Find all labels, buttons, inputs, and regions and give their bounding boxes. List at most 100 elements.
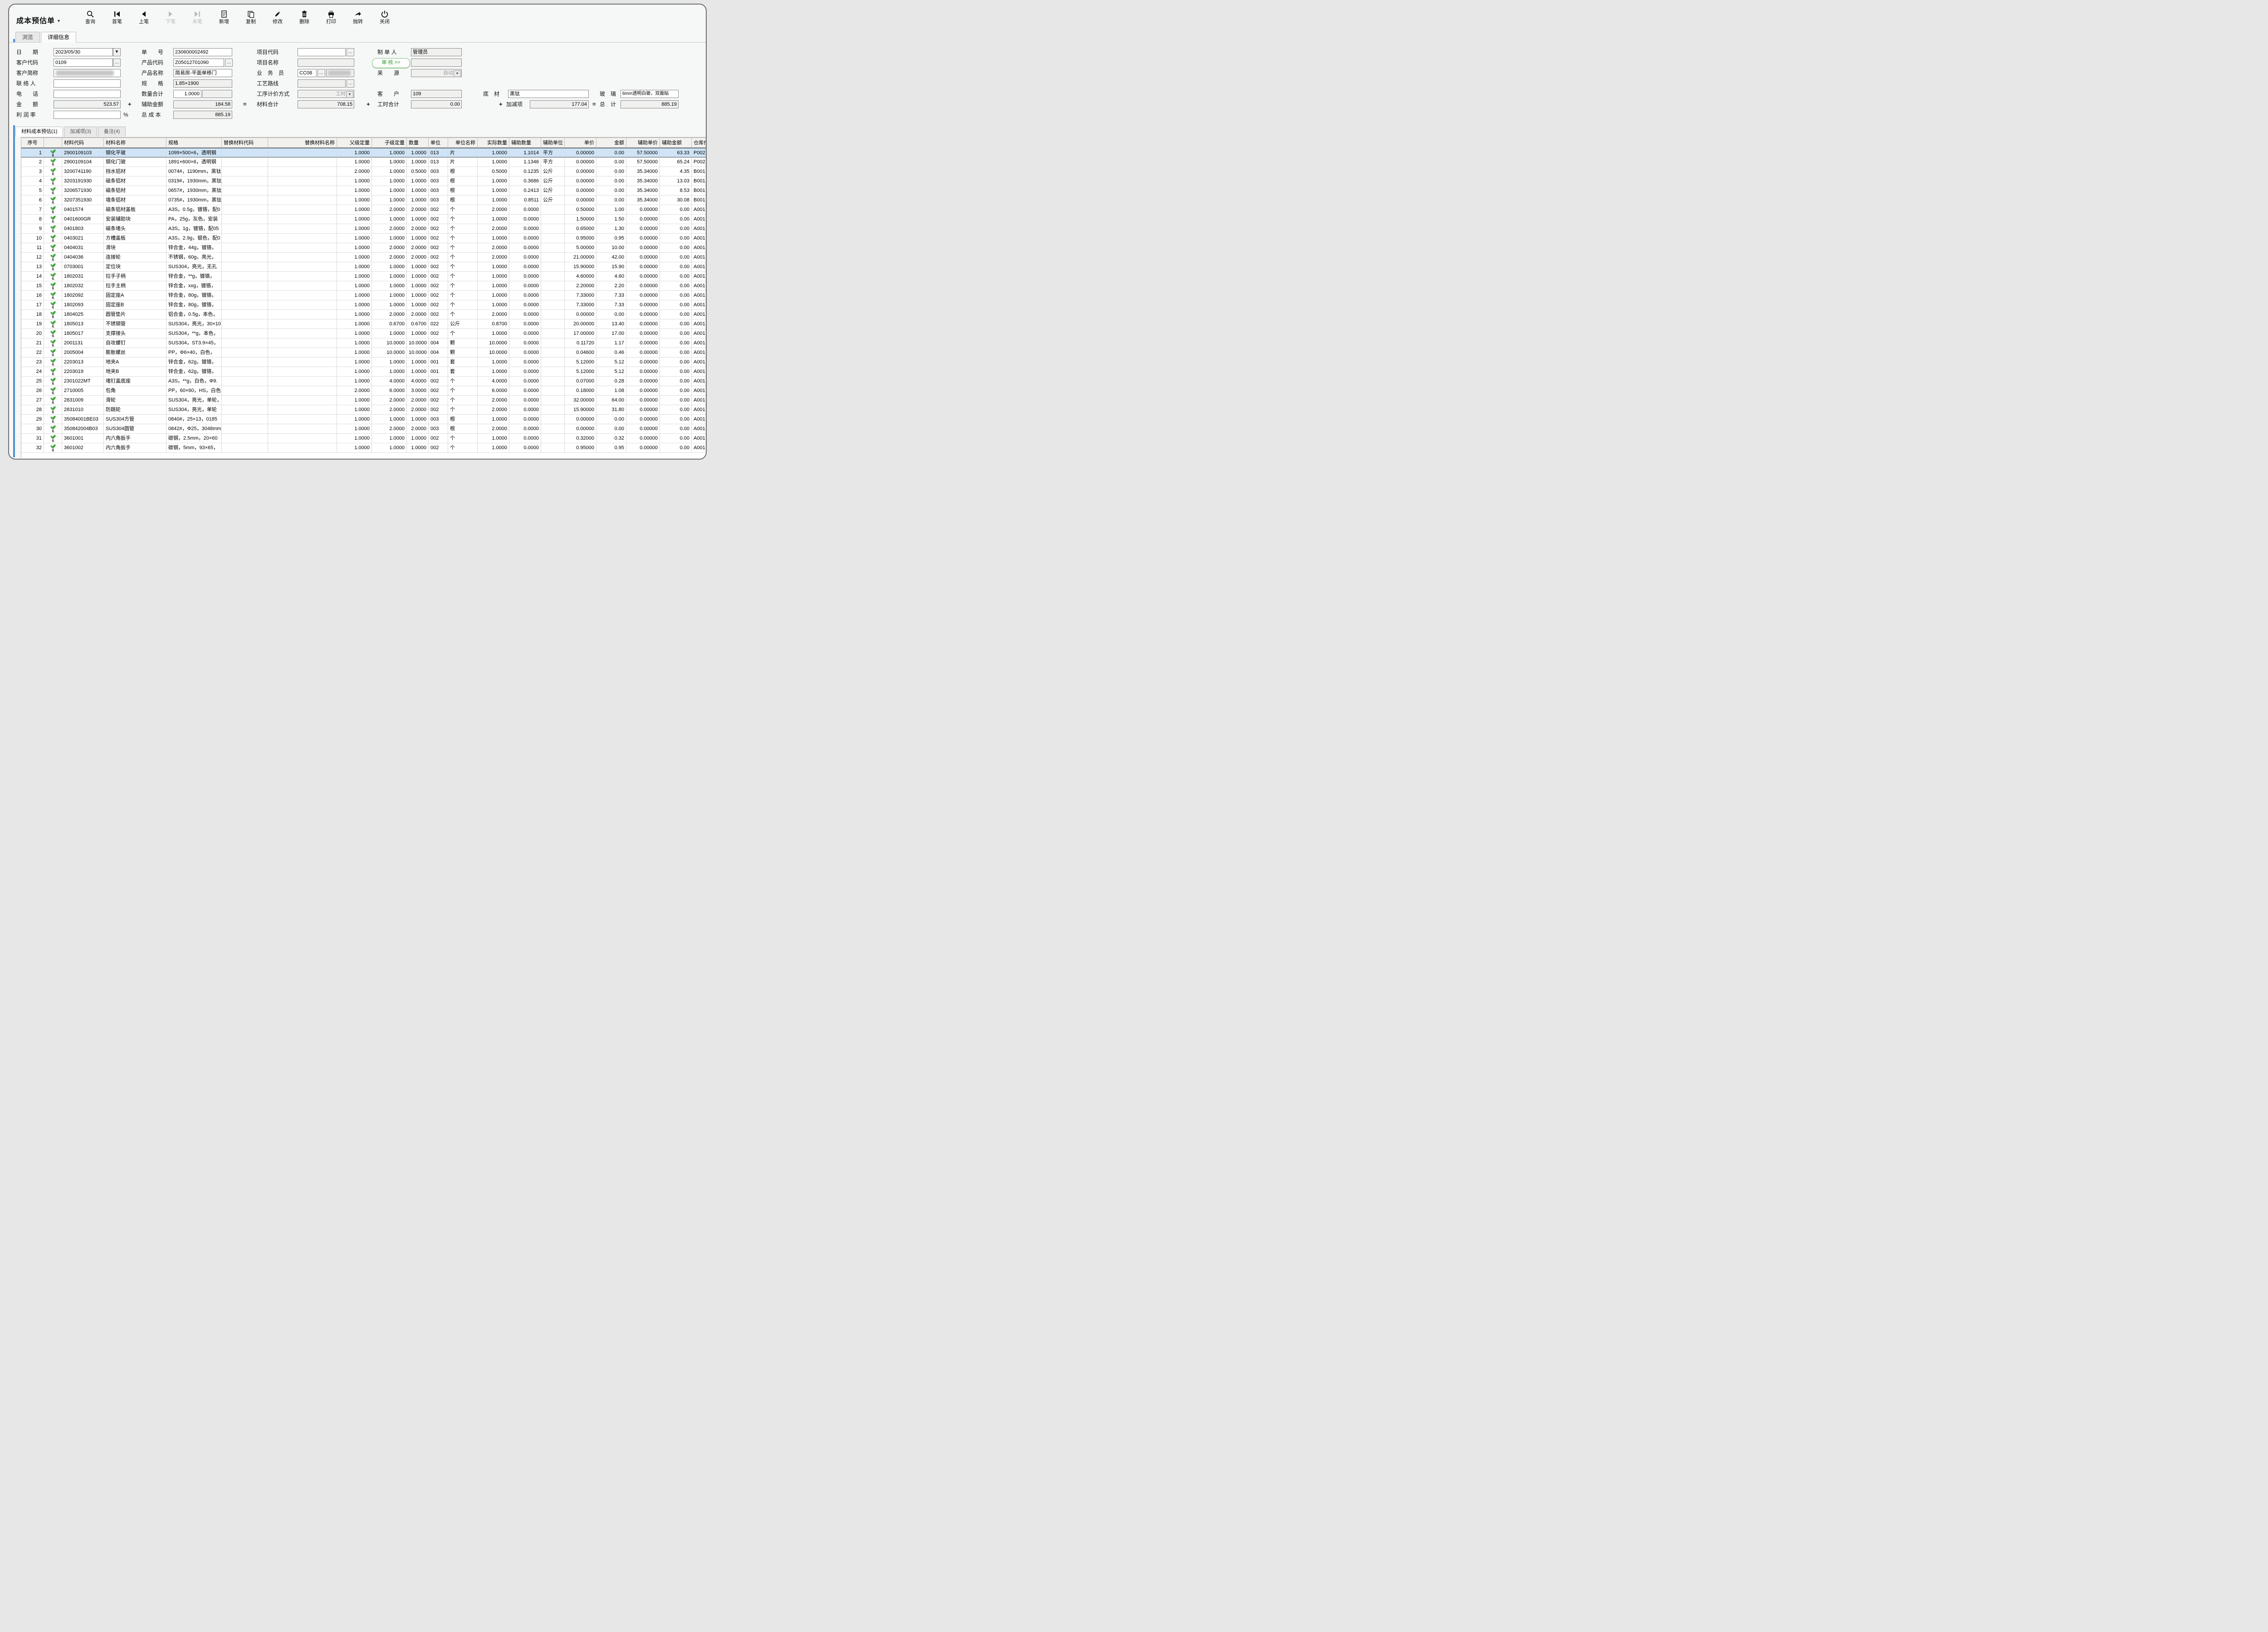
table-row[interactable]: 9 0401803 磁条堵头 A3S，1g，镀铬，配05 1.0000 2.00… xyxy=(21,224,707,234)
source-combo[interactable]: 自动▼ xyxy=(411,69,462,77)
product-name-field[interactable]: 简易房-平面单移门 xyxy=(173,69,232,77)
profit-rate-field[interactable] xyxy=(54,111,121,119)
table-row[interactable]: 20 1805017 支撑接头 SUS304，**g，本色， 1.0000 1.… xyxy=(21,329,707,338)
table-row[interactable]: 25 2301022MT 堵钉盖底座 A3S，**g，白色，Φ9. 1.0000… xyxy=(21,377,707,386)
date-dropdown-icon[interactable]: ▼ xyxy=(113,48,121,56)
column-header[interactable]: 替换材料代码 xyxy=(222,138,268,148)
table-row[interactable]: 22 2005004 膨胀螺丝 PP，Φ6×40，白色， 1.0000 10.0… xyxy=(21,348,707,358)
table-row[interactable]: 2 2900109104 钢化门玻 1891×600×6，透明钢 1.0000 … xyxy=(21,157,707,167)
table-row[interactable]: 3 3200741190 挡水铝材 0074#，1190mm，黑钛 2.0000… xyxy=(21,167,707,176)
column-header[interactable]: 材料名称 xyxy=(104,138,166,148)
table-row[interactable]: 32 3601002 内六角扳手 碳钢，5mm，93×65， 1.0000 1.… xyxy=(21,443,707,453)
new-button[interactable]: 新增 xyxy=(214,10,235,32)
column-header[interactable]: 仓库代 xyxy=(692,138,707,148)
column-header[interactable]: 辅助单价 xyxy=(626,138,660,148)
title-dropdown-icon[interactable]: ▼ xyxy=(57,19,61,23)
customer-code-field[interactable]: 0109 xyxy=(54,59,113,67)
product-code-browse-icon[interactable]: … xyxy=(225,59,233,67)
first-record-button[interactable]: 首笔 xyxy=(107,10,127,32)
tab-adjustments[interactable]: 加减项(3) xyxy=(64,127,97,137)
cell-aux-qty: 0.0000 xyxy=(509,358,541,367)
print-button[interactable]: 打印 xyxy=(321,10,342,32)
table-row[interactable]: 30 350842004B03 SUS304圆管 0842#，Φ25，3048m… xyxy=(21,424,707,434)
column-header[interactable]: 数量 xyxy=(407,138,429,148)
table-row[interactable]: 31 3601001 内六角扳手 碳钢，2.5mm，20×60 1.0000 1… xyxy=(21,434,707,443)
table-row[interactable]: 6 3207351930 墙条铝材 0735#，1930mm，黑钛 1.0000… xyxy=(21,196,707,205)
edit-button[interactable]: 修改 xyxy=(267,10,288,32)
table-row[interactable]: 4 3203191930 磁条铝材 0319#，1930mm，黑钛 1.0000… xyxy=(21,176,707,186)
column-header[interactable]: 单位名称 xyxy=(448,138,478,148)
audit-button[interactable]: 审 核 >> xyxy=(372,58,410,68)
column-header[interactable]: 辅助数量 xyxy=(509,138,541,148)
table-row[interactable]: 14 1802031 拉手子柄 锌合金，**g，镀铬， 1.0000 1.000… xyxy=(21,272,707,281)
customer-code-browse-icon[interactable]: … xyxy=(113,59,121,67)
table-row[interactable]: 29 35084001BE03 SUS304方管 0840#，25×13，018… xyxy=(21,415,707,424)
tab-detail[interactable]: 详细信息 xyxy=(41,32,76,43)
delete-button[interactable]: 删除 xyxy=(294,10,315,32)
salesman-browse-icon[interactable]: … xyxy=(318,69,325,77)
cell-amount: 31.80 xyxy=(596,405,626,415)
product-code-field[interactable]: Z05012701090 xyxy=(173,59,224,67)
tab-material-cost[interactable]: 材料成本预估(1) xyxy=(15,127,63,137)
table-row[interactable]: 5 3206571930 磁条铝材 0657#，1930mm，黑钛 1.0000… xyxy=(21,186,707,196)
material-sprout-icon xyxy=(50,282,56,290)
column-header[interactable]: 子级定量 xyxy=(372,138,407,148)
date-field[interactable]: 2023/05/30 xyxy=(54,48,113,56)
customer-short-field[interactable] xyxy=(54,69,121,77)
order-no-field[interactable]: 230600002492 xyxy=(173,48,232,56)
table-row[interactable]: 13 0703001 定位块 SUS304，亮光，无孔 1.0000 1.000… xyxy=(21,262,707,272)
table-row[interactable]: 10 0403021 方槽盖板 A3S，2.9g，银色，配0 1.0000 1.… xyxy=(21,234,707,243)
last-record-button[interactable]: 末笔 xyxy=(187,10,208,32)
table-row[interactable]: 12 0404036 连接轮 不锈钢，60g，亮光， 1.0000 2.0000… xyxy=(21,253,707,262)
table-row[interactable]: 27 2831009 滑轮 SUS304，亮光，单轮， 1.0000 2.000… xyxy=(21,396,707,405)
next-record-button[interactable]: 下笔 xyxy=(160,10,181,32)
search-button[interactable]: 查询 xyxy=(80,10,101,32)
copy-button[interactable]: 复制 xyxy=(240,10,261,32)
tab-browse[interactable]: 浏览 xyxy=(15,32,40,43)
qty-total-field[interactable]: 1.0000 xyxy=(173,90,201,98)
contact-field[interactable] xyxy=(54,79,121,88)
previous-record-button[interactable]: 上笔 xyxy=(133,10,154,32)
column-header[interactable]: 实际数量 xyxy=(478,138,509,148)
transfer-button[interactable]: 抛转 xyxy=(347,10,368,32)
table-row[interactable]: 21 2001131 自攻螺钉 SUS304，ST3.9×45， 1.0000 … xyxy=(21,338,707,348)
table-row[interactable]: 7 0401574 磁条铝材盖板 A3S，0.5g，镀铬，配0 1.0000 2… xyxy=(21,205,707,215)
table-row[interactable]: 19 1805013 不锈钢管 SUS304，亮光，30×10 1.0000 0… xyxy=(21,319,707,329)
table-row[interactable]: 24 2203019 地夹B 锌合金，62g，镀铬， 1.0000 1.0000… xyxy=(21,367,707,377)
table-row[interactable]: 23 2203013 地夹A 锌合金，62g，镀铬， 1.0000 1.0000… xyxy=(21,358,707,367)
base-material-field[interactable]: 黑钛 xyxy=(508,90,589,98)
chevron-down-icon[interactable]: ▼ xyxy=(346,91,353,98)
column-header[interactable]: 单位 xyxy=(429,138,448,148)
column-header[interactable]: 父级定量 xyxy=(337,138,372,148)
table-row[interactable]: 16 1802092 固定座A 锌合金，80g，镀铬， 1.0000 1.000… xyxy=(21,291,707,300)
table-row[interactable]: 15 1802032 拉手主柄 锌合金，xxg，镀铬， 1.0000 1.000… xyxy=(21,281,707,291)
route-browse-icon[interactable]: … xyxy=(347,79,354,88)
column-header[interactable]: 材料代码 xyxy=(62,138,104,148)
column-header[interactable]: 单价 xyxy=(565,138,596,148)
close-button[interactable]: 关闭 xyxy=(374,10,395,32)
column-header[interactable] xyxy=(44,138,62,148)
project-code-field[interactable] xyxy=(298,48,346,56)
phone-field[interactable] xyxy=(54,90,121,98)
column-header[interactable]: 辅助单位 xyxy=(541,138,565,148)
chevron-down-icon[interactable]: ▼ xyxy=(454,70,461,77)
tab-remarks[interactable]: 备注(4) xyxy=(98,127,126,137)
salesman-code-field[interactable]: CC08 xyxy=(298,69,317,77)
column-header[interactable]: 序号 xyxy=(21,138,44,148)
glass-field[interactable]: 6mm透明白玻，双面贴 xyxy=(621,90,679,98)
table-row[interactable]: 17 1802093 固定座B 锌合金，80g，镀铬， 1.0000 1.000… xyxy=(21,300,707,310)
table-row[interactable]: 1 2900109103 钢化平玻 1099×500×6，透明钢 1.0000 … xyxy=(21,148,707,157)
pricing-method-combo[interactable]: 工时▼ xyxy=(298,90,354,98)
column-header[interactable]: 金额 xyxy=(596,138,626,148)
table-row[interactable]: 11 0404031 滑块 锌合金，44g，镀铬， 1.0000 2.0000 … xyxy=(21,243,707,253)
table-row[interactable]: 26 2710005 包角 PP，60×60，HS，白色 2.0000 6.00… xyxy=(21,386,707,396)
column-header[interactable]: 辅助金额 xyxy=(660,138,692,148)
table-row[interactable]: 8 0401600GR 安装辅助块 PA，25g，灰色，安装 1.0000 1.… xyxy=(21,215,707,224)
table-row[interactable]: 28 2831010 防跳轮 SUS304，亮光，单轮 1.0000 2.000… xyxy=(21,405,707,415)
project-code-browse-icon[interactable]: … xyxy=(347,48,354,56)
table-row[interactable]: 18 1804025 圆管垫片 铝合金，0.5g，本色， 1.0000 2.00… xyxy=(21,310,707,319)
column-header[interactable]: 替换材料名称 xyxy=(268,138,337,148)
column-header[interactable]: 规格 xyxy=(166,138,222,148)
cell-parent-qty: 1.0000 xyxy=(337,281,372,291)
cell-spec: 锌合金，**g，镀铬， xyxy=(166,272,222,281)
